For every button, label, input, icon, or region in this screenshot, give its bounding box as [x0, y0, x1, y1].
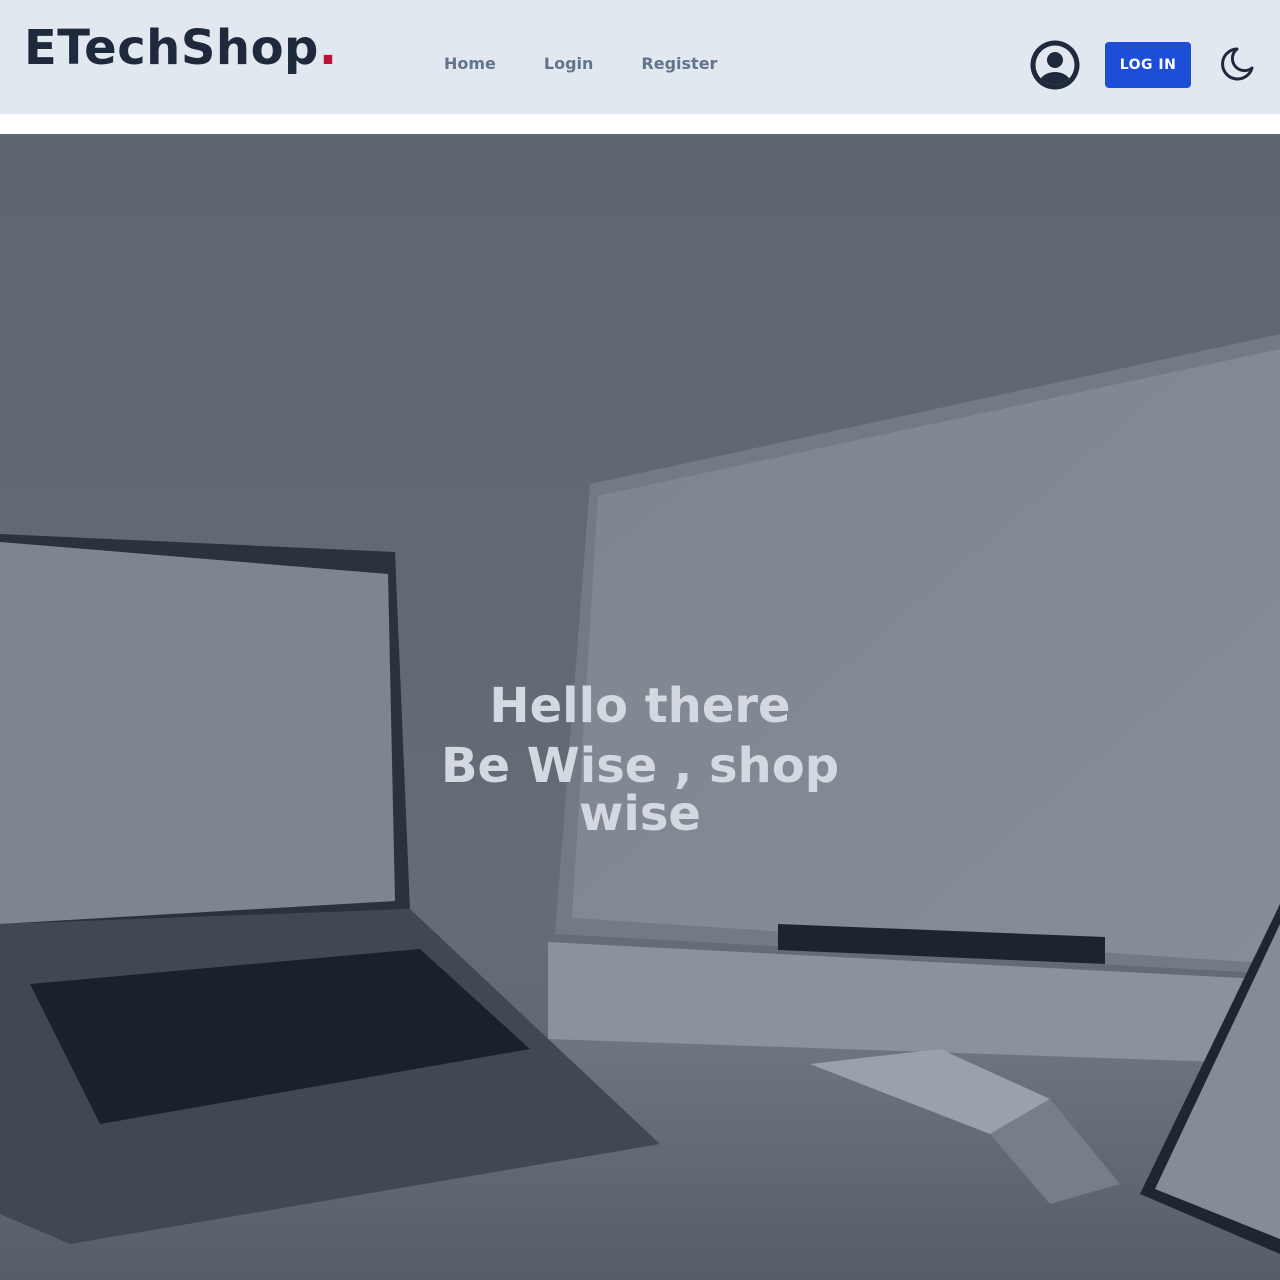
navbar: ETechShop. Home Login Register LOG IN: [0, 0, 1280, 114]
hero-subtitle: Be Wise , shop wise: [440, 738, 840, 842]
nav-link-home[interactable]: Home: [420, 44, 520, 84]
brand-logo[interactable]: ETechShop.: [24, 18, 338, 78]
log-in-button[interactable]: LOG IN: [1105, 42, 1191, 88]
brand-name: ETechShop: [24, 20, 319, 76]
hero-title: Hello there: [489, 678, 791, 734]
hero-banner: Hello there Be Wise , shop wise: [0, 134, 1280, 1280]
user-avatar-icon[interactable]: [1030, 40, 1080, 90]
brand-dot: .: [318, 20, 338, 76]
nav-links: Home Login Register: [420, 44, 741, 84]
nav-link-register[interactable]: Register: [617, 44, 741, 84]
moon-icon[interactable]: [1216, 44, 1256, 84]
nav-link-login[interactable]: Login: [520, 44, 618, 84]
hero-text: Hello there Be Wise , shop wise: [390, 674, 890, 838]
